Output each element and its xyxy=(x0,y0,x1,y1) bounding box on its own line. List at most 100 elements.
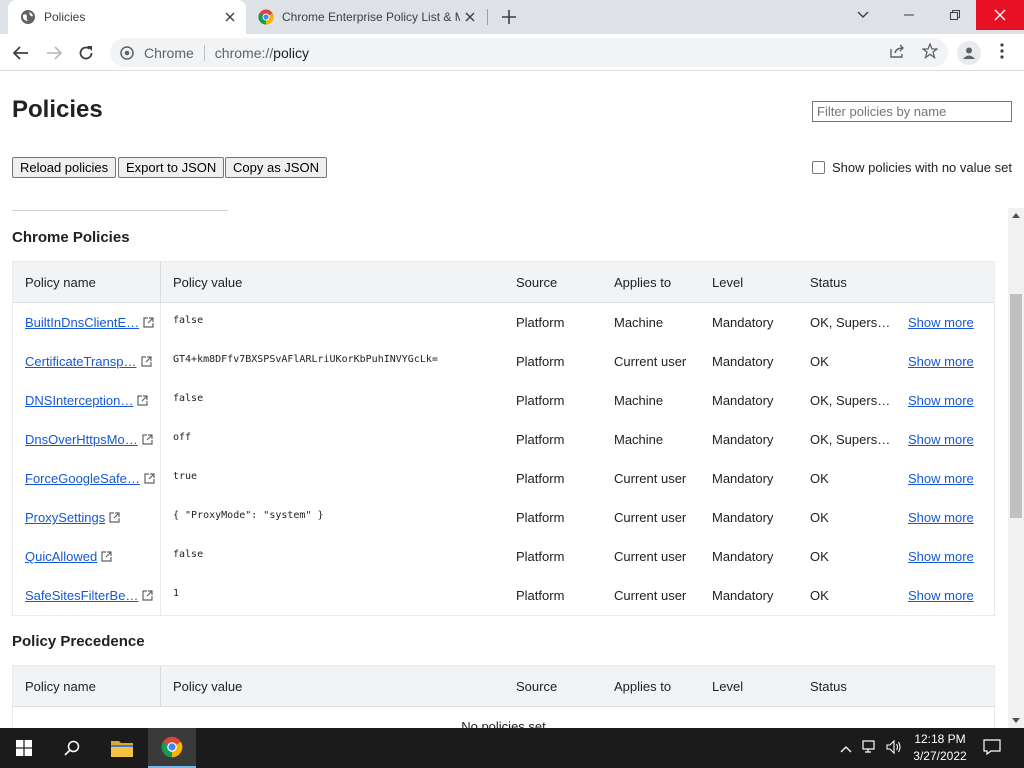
page-title: Policies xyxy=(12,96,103,123)
policy-name-text: DnsOverHttpsMo… xyxy=(25,432,138,447)
policy-name-link[interactable]: DnsOverHttpsMo… xyxy=(25,432,153,447)
minimize-icon[interactable] xyxy=(886,0,932,30)
reload-icon[interactable] xyxy=(73,40,99,66)
chrome-logo-icon xyxy=(258,9,274,25)
show-more-link[interactable]: Show more xyxy=(908,354,974,369)
show-more-link[interactable]: Show more xyxy=(908,393,974,408)
menu-kebab-icon[interactable] xyxy=(989,38,1015,64)
show-no-value-toggle[interactable]: Show policies with no value set xyxy=(812,160,1012,175)
external-link-icon xyxy=(142,590,154,601)
site-label: Chrome xyxy=(144,44,194,61)
show-more-link[interactable]: Show more xyxy=(908,510,974,525)
column-separator xyxy=(160,459,161,498)
policy-name-text: QuicAllowed xyxy=(25,549,98,564)
share-icon[interactable] xyxy=(884,38,910,64)
reload-policies-button[interactable]: Reload policies xyxy=(12,157,117,178)
file-explorer-icon[interactable] xyxy=(98,728,146,768)
policy-source: Platform xyxy=(516,432,565,447)
chrome-site-icon xyxy=(120,45,134,60)
policy-level: Mandatory xyxy=(712,354,774,369)
policy-name-text: ProxySettings xyxy=(25,510,106,525)
search-icon[interactable] xyxy=(48,728,96,768)
policy-precedence-table: Policy name Policy value Source Applies … xyxy=(12,665,995,728)
policy-name-link[interactable]: ProxySettings xyxy=(25,510,120,525)
external-link-icon xyxy=(143,317,154,328)
table-row: QuicAllowed false Platform Current user … xyxy=(13,537,994,576)
scrollbar-thumb[interactable] xyxy=(1010,294,1022,518)
policy-name-link[interactable]: SafeSitesFilterBe… xyxy=(25,588,154,603)
restore-icon[interactable] xyxy=(932,0,978,30)
system-clock[interactable]: 12:18 PM 3/27/2022 xyxy=(906,731,974,765)
scroll-up-arrow-icon[interactable] xyxy=(1012,213,1020,218)
policy-applies-to: Machine xyxy=(614,315,664,330)
divider xyxy=(12,210,228,211)
policy-name-link[interactable]: CertificateTransp… xyxy=(25,354,152,369)
chrome-policies-table: Policy name Policy value Source Applies … xyxy=(12,261,995,616)
external-link-icon xyxy=(101,551,112,562)
new-tab-plus-icon[interactable] xyxy=(498,6,520,28)
column-separator xyxy=(160,498,161,537)
policy-name-link[interactable]: ForceGoogleSafe… xyxy=(25,471,155,486)
forward-arrow-icon[interactable] xyxy=(41,40,67,66)
header-applies-to: Applies to xyxy=(614,275,672,290)
policy-applies-to: Current user xyxy=(614,354,687,369)
policy-status: OK xyxy=(810,549,829,564)
windows-start-icon[interactable] xyxy=(0,728,48,768)
close-tab-icon[interactable] xyxy=(460,7,480,27)
show-more-link[interactable]: Show more xyxy=(908,315,974,330)
tab-enterprise-policy-list[interactable]: Chrome Enterprise Policy List & M xyxy=(250,0,486,34)
filter-policies-input[interactable] xyxy=(812,101,1012,122)
show-more-link[interactable]: Show more xyxy=(908,588,974,603)
chrome-taskbar-icon[interactable] xyxy=(148,728,196,768)
profile-avatar-icon[interactable] xyxy=(957,41,981,65)
network-icon[interactable] xyxy=(862,739,878,760)
header-status: Status xyxy=(810,679,847,694)
show-more-link[interactable]: Show more xyxy=(908,432,974,447)
table-row: BuiltInDnsClientE… false Platform Machin… xyxy=(13,303,994,342)
notifications-icon[interactable] xyxy=(983,739,1001,760)
policy-status: OK, Supers… xyxy=(810,315,891,330)
policy-value: 1 xyxy=(173,588,180,599)
export-json-button[interactable]: Export to JSON xyxy=(118,157,225,178)
table-row: SafeSitesFilterBe… 1 Platform Current us… xyxy=(13,576,994,615)
show-more-link[interactable]: Show more xyxy=(908,471,974,486)
policy-name-link[interactable]: DNSInterception… xyxy=(25,393,148,408)
address-bar[interactable]: Chrome chrome:// policy xyxy=(110,38,948,67)
scroll-down-arrow-icon[interactable] xyxy=(1012,718,1020,723)
no-policies-text: No policies set xyxy=(461,719,546,728)
page-scrollbar[interactable] xyxy=(1008,208,1024,728)
policy-level: Mandatory xyxy=(712,588,774,603)
policy-applies-to: Machine xyxy=(614,432,664,447)
policy-source: Platform xyxy=(516,549,565,564)
header-applies-to: Applies to xyxy=(614,679,672,694)
tab-policies[interactable]: Policies xyxy=(8,0,246,34)
policy-name-link[interactable]: BuiltInDnsClientE… xyxy=(25,315,154,330)
header-policy-name: Policy name xyxy=(25,275,96,290)
show-no-value-checkbox[interactable] xyxy=(812,161,825,174)
column-separator xyxy=(160,303,161,342)
volume-icon[interactable] xyxy=(886,739,902,760)
policy-level: Mandatory xyxy=(712,510,774,525)
close-tab-icon[interactable] xyxy=(220,7,240,27)
show-no-value-label: Show policies with no value set xyxy=(832,160,1012,175)
column-separator xyxy=(160,381,161,420)
header-source: Source xyxy=(516,275,558,290)
bookmark-star-icon[interactable] xyxy=(917,38,943,64)
policy-applies-to: Current user xyxy=(614,549,687,564)
policy-source: Platform xyxy=(516,315,565,330)
header-policy-value: Policy value xyxy=(173,275,243,290)
tab-search-chevron-icon[interactable] xyxy=(840,0,886,30)
policy-name-link[interactable]: QuicAllowed xyxy=(25,549,112,564)
tab-separator xyxy=(487,9,488,25)
policy-source: Platform xyxy=(516,510,565,525)
policy-status: OK xyxy=(810,588,829,603)
show-more-link[interactable]: Show more xyxy=(908,549,974,564)
back-arrow-icon[interactable] xyxy=(8,40,34,66)
tab-title: Chrome Enterprise Policy List & M xyxy=(282,10,460,24)
copy-json-button[interactable]: Copy as JSON xyxy=(225,157,327,178)
policy-level: Mandatory xyxy=(712,549,774,564)
policy-level: Mandatory xyxy=(712,471,774,486)
window-close-icon[interactable] xyxy=(976,0,1024,30)
tray-chevron-up-icon[interactable] xyxy=(840,740,852,758)
url-host: policy xyxy=(273,44,309,61)
